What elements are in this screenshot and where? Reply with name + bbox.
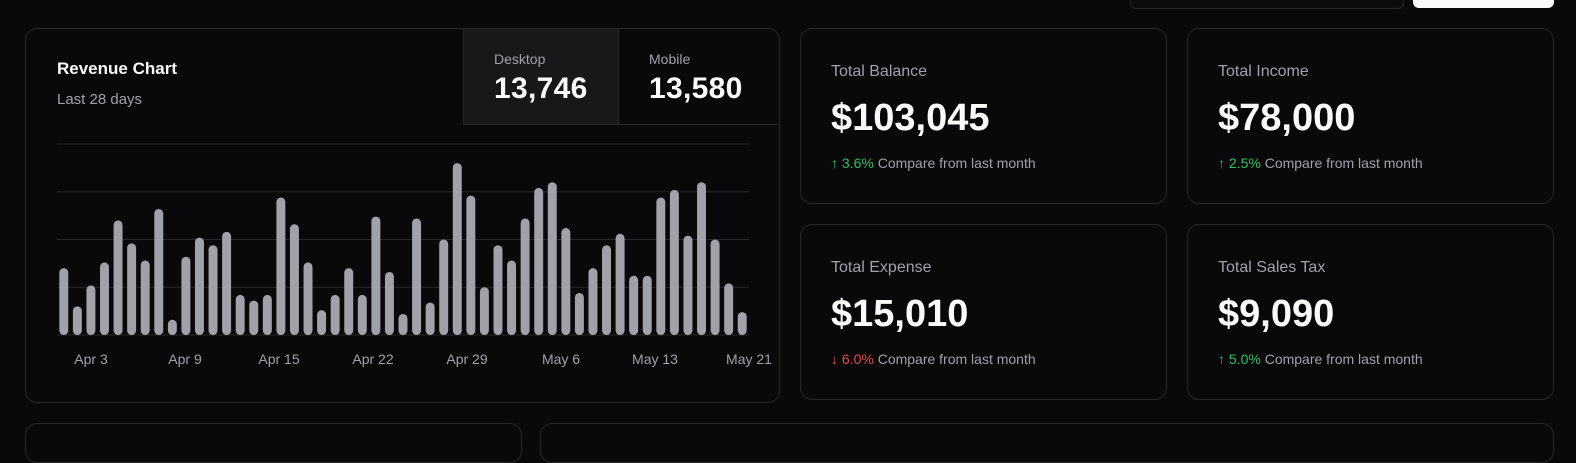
x-tick-label: May 13: [632, 351, 678, 367]
chart-bar[interactable]: [439, 239, 449, 336]
chart-bar[interactable]: [425, 302, 435, 335]
chart-bar[interactable]: [344, 268, 354, 335]
stat-change: ↑ 3.6% Compare from last month: [831, 155, 1036, 171]
chart-bar[interactable]: [479, 287, 489, 335]
bottom-card-right: [540, 423, 1554, 463]
chart-bar[interactable]: [697, 182, 706, 335]
change-percent: 2.5%: [1228, 155, 1261, 171]
chart-bar[interactable]: [276, 197, 286, 335]
chart-bar[interactable]: [615, 233, 625, 335]
stat-title: Total Expense: [831, 259, 932, 276]
chart-bar[interactable]: [289, 224, 299, 335]
stat-value: $15,010: [831, 293, 969, 335]
top-search-input[interactable]: [1130, 0, 1404, 9]
arrow-up-icon: ↑: [1218, 155, 1225, 171]
chart-bar[interactable]: [113, 220, 123, 335]
chart-bar[interactable]: [222, 231, 232, 335]
chart-bar[interactable]: [724, 283, 734, 335]
arrow-down-icon: ↓: [831, 351, 838, 367]
compare-text: Compare from last month: [1264, 155, 1423, 171]
chart-bar[interactable]: [452, 163, 462, 335]
chart-bar[interactable]: [72, 306, 82, 335]
chart-bar[interactable]: [303, 262, 313, 335]
chart-bar[interactable]: [100, 262, 109, 335]
stat-title: Total Balance: [831, 63, 928, 80]
stat-title: Total Sales Tax: [1218, 259, 1326, 276]
x-tick-label: May 21: [726, 351, 772, 367]
stat-change: ↑ 5.0% Compare from last month: [1218, 351, 1423, 367]
x-tick-label: Apr 15: [258, 351, 299, 367]
stat-title: Total Income: [1218, 63, 1309, 80]
x-tick-label: May 6: [542, 351, 580, 367]
chart-bar[interactable]: [588, 268, 598, 335]
arrow-up-icon: ↑: [831, 155, 838, 171]
chart-bar[interactable]: [737, 312, 747, 335]
chart-bar[interactable]: [412, 218, 422, 335]
chart-bar[interactable]: [710, 239, 720, 336]
chart-bar[interactable]: [371, 216, 381, 335]
stat-value: $78,000: [1218, 97, 1356, 139]
revenue-bar-chart: Apr 3 Apr 9 Apr 15 Apr 22 Apr 29 May 6 May 13 M…: [57, 143, 772, 367]
chart-bar[interactable]: [154, 208, 164, 335]
chart-bar[interactable]: [398, 313, 408, 335]
x-tick-label: Apr 3: [74, 351, 108, 367]
chart-bar[interactable]: [59, 268, 69, 335]
stat-card-total-balance: Total Balance $103,045 ↑ 3.6% Compare fr…: [800, 28, 1167, 204]
chart-bar[interactable]: [547, 182, 557, 335]
chart-bar[interactable]: [669, 189, 679, 335]
bottom-card-left: [25, 423, 522, 463]
compare-text: Compare from last month: [1264, 351, 1423, 367]
change-percent: 5.0%: [1228, 351, 1261, 367]
chart-bar[interactable]: [602, 245, 612, 335]
chart-bar[interactable]: [86, 285, 96, 335]
chart-bar[interactable]: [249, 300, 259, 335]
stat-change: ↓ 6.0% Compare from last month: [831, 351, 1036, 367]
chart-bar[interactable]: [534, 187, 544, 335]
chart-bar[interactable]: [235, 294, 245, 335]
chart-bar[interactable]: [194, 237, 204, 335]
change-percent: 3.6%: [841, 155, 874, 171]
compare-text: Compare from last month: [877, 351, 1036, 367]
chart-bar[interactable]: [520, 218, 530, 335]
chart-bar[interactable]: [466, 195, 476, 335]
chart-bar[interactable]: [629, 275, 639, 335]
chart-bar[interactable]: [384, 271, 394, 335]
stat-change: ↑ 2.5% Compare from last month: [1218, 155, 1423, 171]
stat-card-total-sales-tax: Total Sales Tax $9,090 ↑ 5.0% Compare fr…: [1187, 224, 1554, 400]
chart-bar[interactable]: [656, 197, 666, 335]
top-action-button[interactable]: [1413, 0, 1554, 8]
chart-bar[interactable]: [357, 294, 367, 335]
chart-bar[interactable]: [181, 256, 191, 335]
stat-value: $9,090: [1218, 293, 1335, 335]
chart-bar[interactable]: [561, 228, 571, 335]
compare-text: Compare from last month: [877, 155, 1036, 171]
chart-bar[interactable]: [683, 235, 693, 335]
arrow-up-icon: ↑: [1218, 351, 1225, 367]
chart-bar[interactable]: [493, 245, 503, 335]
stat-card-total-expense: Total Expense $15,010 ↓ 6.0% Compare fro…: [800, 224, 1167, 400]
chart-bar[interactable]: [330, 294, 340, 335]
chart-bar[interactable]: [317, 310, 327, 335]
chart-bar[interactable]: [127, 243, 137, 335]
chart-bar[interactable]: [642, 275, 652, 335]
chart-bar[interactable]: [262, 294, 272, 335]
chart-bar[interactable]: [140, 260, 150, 335]
chart-bar[interactable]: [574, 292, 584, 335]
stat-value: $103,045: [831, 97, 990, 139]
x-tick-label: Apr 22: [352, 351, 393, 367]
chart-bar[interactable]: [507, 260, 517, 335]
chart-bar[interactable]: [208, 245, 218, 335]
x-tick-label: Apr 29: [446, 351, 487, 367]
stat-card-total-income: Total Income $78,000 ↑ 2.5% Compare from…: [1187, 28, 1554, 204]
change-percent: 6.0%: [841, 351, 874, 367]
chart-bar[interactable]: [167, 319, 177, 335]
revenue-chart-card: Revenue Chart Last 28 days Desktop 13,74…: [25, 28, 780, 403]
x-tick-label: Apr 9: [168, 351, 202, 367]
